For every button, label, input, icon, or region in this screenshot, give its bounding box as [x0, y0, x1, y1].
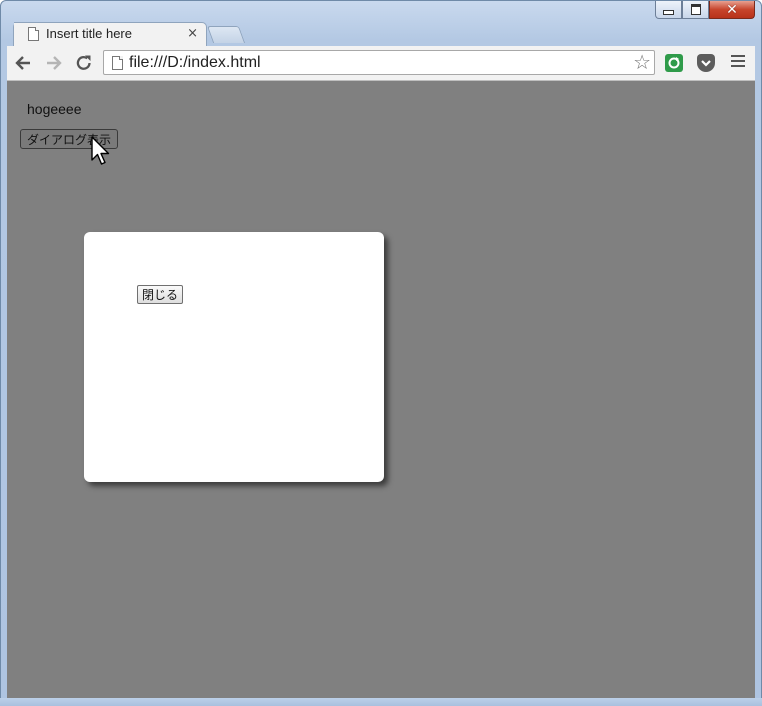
bookmark-star-icon[interactable]: ☆ [633, 52, 651, 72]
tab-active[interactable]: Insert title here × [13, 22, 207, 48]
address-bar[interactable]: file:///D:/index.html ☆ [103, 50, 655, 75]
url-text: file:///D:/index.html [129, 54, 261, 71]
forward-arrow-icon [47, 56, 62, 70]
maximize-icon [690, 4, 701, 15]
minimize-icon [663, 10, 674, 15]
back-button[interactable] [13, 53, 33, 73]
browser-window: ✕ Insert title here × file:///D:/index.h… [0, 0, 762, 706]
extension-sync-icon[interactable] [665, 54, 683, 72]
browser-toolbar: file:///D:/index.html ☆ [7, 46, 755, 81]
pocket-glyph [701, 60, 711, 67]
sync-glyph [668, 57, 680, 69]
reload-button[interactable] [74, 53, 94, 73]
close-window-button[interactable]: ✕ [709, 1, 755, 19]
tab-title: Insert title here [46, 26, 132, 41]
reload-icon [76, 55, 91, 70]
window-bottom-frame [0, 698, 762, 706]
new-tab-button[interactable] [206, 26, 246, 43]
page-content: hogeeee ダイアログ表示 閉じる [7, 81, 755, 699]
minimize-button[interactable] [655, 1, 682, 19]
forward-button[interactable] [44, 53, 64, 73]
dialog-close-button[interactable]: 閉じる [137, 285, 184, 304]
page-icon [112, 56, 123, 70]
tab-close-icon[interactable]: × [187, 26, 198, 41]
back-arrow-icon [15, 56, 30, 70]
maximize-button[interactable] [682, 1, 709, 19]
mouse-pointer-icon [91, 136, 110, 165]
window-controls: ✕ [655, 1, 755, 21]
pocket-icon[interactable] [697, 54, 715, 72]
page-icon [28, 26, 39, 41]
page-text: hogeeee [27, 101, 82, 117]
dialog: 閉じる [84, 232, 384, 482]
close-icon: ✕ [726, 1, 738, 18]
menu-icon[interactable] [731, 55, 745, 70]
